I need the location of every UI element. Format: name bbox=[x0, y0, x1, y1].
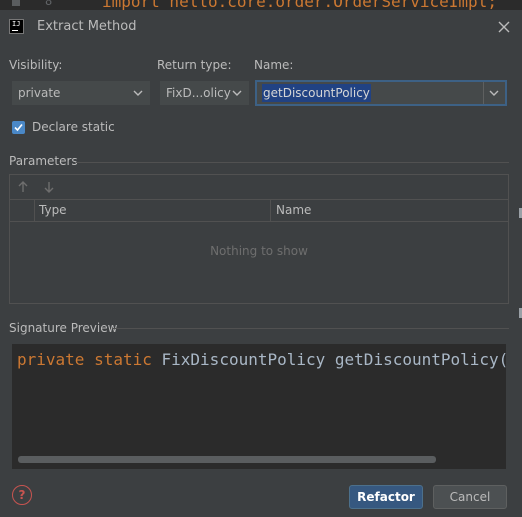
keyword-static: static bbox=[94, 350, 152, 369]
name-value: getDiscountPolicy bbox=[262, 84, 371, 102]
signature-separator bbox=[112, 328, 509, 329]
parameters-header: Type Name bbox=[10, 199, 508, 222]
column-header-name[interactable]: Name bbox=[271, 199, 508, 221]
parameters-toolbar bbox=[10, 175, 508, 200]
column-name-label: Name bbox=[276, 203, 312, 217]
visibility-label: Visibility: bbox=[9, 58, 63, 72]
chevron-down-icon bbox=[133, 90, 143, 96]
return-type-combo[interactable]: FixD...olicy bbox=[160, 81, 249, 105]
parameters-title: Parameters bbox=[9, 154, 78, 168]
line-number: 8 bbox=[45, 0, 53, 8]
signature-code: private static FixDiscountPolicy getDisc… bbox=[17, 350, 506, 369]
visibility-combo[interactable]: private bbox=[12, 81, 150, 105]
declare-static-label: Declare static bbox=[32, 120, 115, 134]
visibility-value: private bbox=[18, 86, 61, 100]
dialog-titlebar: IJ Extract Method bbox=[0, 10, 522, 46]
background-editor: 8 import hello.core.order.OrderServiceIm… bbox=[0, 0, 522, 10]
background-code-line: import hello.core.order.OrderServiceImpl… bbox=[102, 0, 497, 10]
signature-rest: FixDiscountPolicy getDiscountPolicy() bbox=[161, 350, 506, 369]
refactor-button[interactable]: Refactor bbox=[349, 485, 423, 509]
gutter-marker bbox=[12, 0, 20, 6]
column-header-checkbox bbox=[10, 199, 35, 221]
name-field[interactable]: getDiscountPolicy bbox=[256, 81, 506, 105]
extract-method-dialog: IJ Extract Method Visibility: private Re… bbox=[0, 10, 522, 517]
return-type-label: Return type: bbox=[157, 58, 232, 72]
keyword-private: private bbox=[17, 350, 85, 369]
move-down-icon[interactable] bbox=[42, 179, 56, 195]
help-button[interactable]: ? bbox=[12, 485, 32, 505]
parameters-separator bbox=[76, 162, 509, 163]
cancel-button[interactable]: Cancel bbox=[433, 485, 507, 509]
close-icon[interactable] bbox=[497, 20, 511, 34]
name-dropdown-button[interactable] bbox=[483, 82, 505, 104]
parameters-table: Type Name Nothing to show bbox=[9, 174, 509, 304]
column-type-label: Type bbox=[39, 203, 67, 217]
move-up-icon[interactable] bbox=[16, 179, 30, 195]
empty-table-text: Nothing to show bbox=[210, 244, 308, 258]
dialog-title: Extract Method bbox=[37, 19, 137, 34]
chevron-down-icon bbox=[489, 90, 499, 96]
help-icon: ? bbox=[18, 488, 26, 502]
signature-preview-title: Signature Preview bbox=[9, 321, 118, 335]
chevron-down-icon bbox=[232, 90, 242, 96]
declare-static-checkbox[interactable] bbox=[12, 121, 25, 134]
name-label: Name: bbox=[254, 58, 294, 72]
return-type-value: FixD...olicy bbox=[166, 86, 231, 100]
intellij-logo-icon: IJ bbox=[9, 19, 24, 34]
signature-preview: private static FixDiscountPolicy getDisc… bbox=[12, 344, 506, 469]
horizontal-scrollbar[interactable] bbox=[18, 456, 436, 463]
column-header-type[interactable]: Type bbox=[34, 199, 271, 221]
